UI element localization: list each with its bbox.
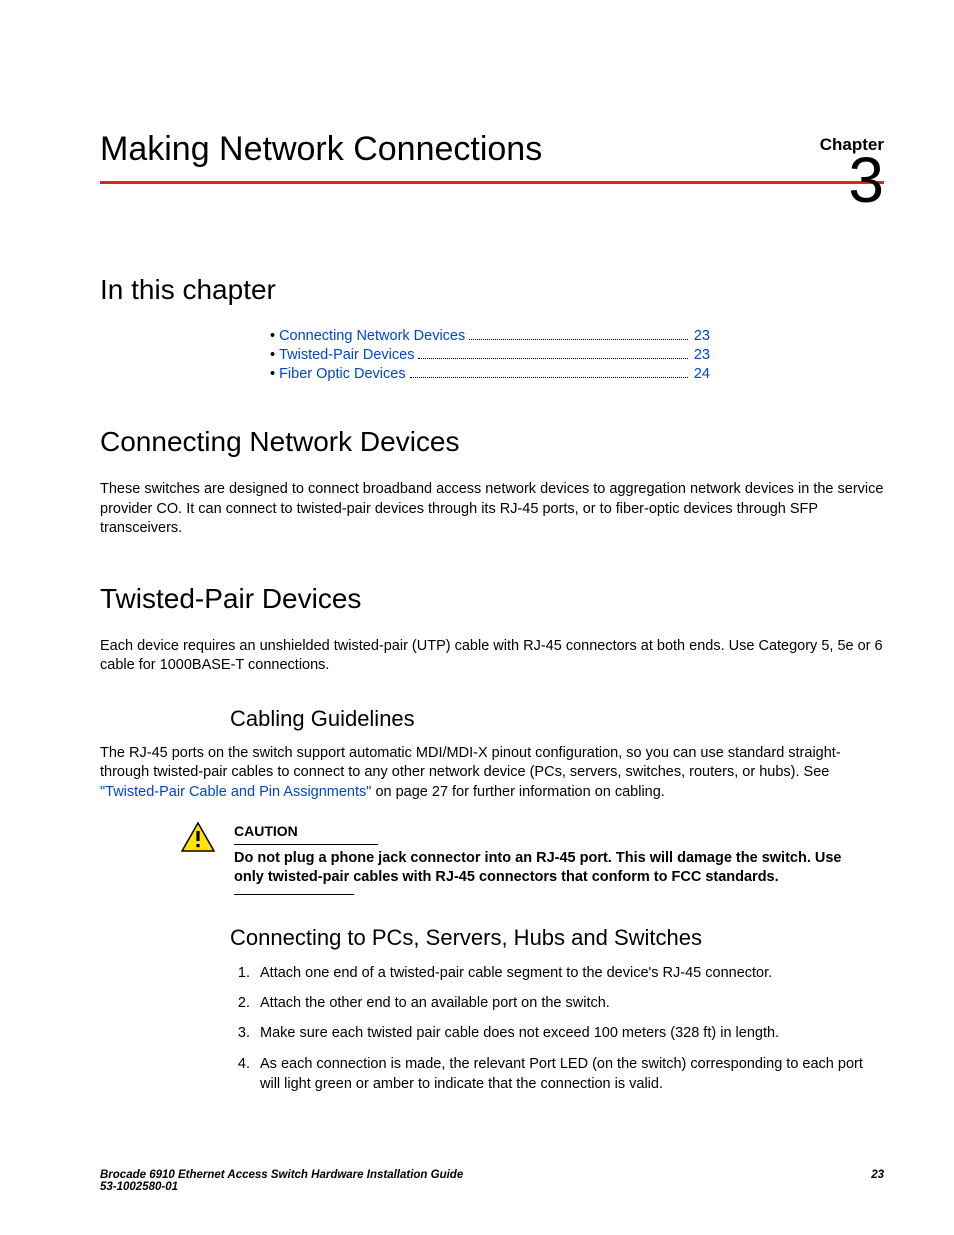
caution-block: CAUTION Do not plug a phone jack connect…: [180, 823, 884, 895]
caution-icon: [180, 821, 216, 858]
chapter-header: Chapter 3 Making Network Connections: [100, 130, 884, 184]
footer-doc-title: Brocade 6910 Ethernet Access Switch Hard…: [100, 1169, 463, 1181]
caution-label-rule: CAUTION: [234, 823, 378, 845]
cross-reference-link[interactable]: "Twisted-Pair Cable and Pin Assignments": [100, 784, 371, 800]
heading-cabling-guidelines: Cabling Guidelines: [230, 706, 884, 732]
procedure-steps: Attach one end of a twisted-pair cable s…: [230, 963, 884, 1094]
step-item: Attach one end of a twisted-pair cable s…: [254, 963, 884, 983]
body-connecting-network-devices: These switches are designed to connect b…: [100, 480, 884, 539]
heading-twisted-pair-devices: Twisted-Pair Devices: [100, 583, 884, 615]
caution-bottom-rule: [234, 894, 354, 895]
heading-in-this-chapter: In this chapter: [100, 274, 884, 306]
toc-bullet: •: [270, 366, 275, 382]
title-rule: [100, 181, 884, 184]
footer-doc-number: 53-1002580-01: [100, 1181, 463, 1193]
toc-leader: [410, 377, 688, 378]
toc-entry[interactable]: • Connecting Network Devices 23: [270, 328, 710, 344]
toc-bullet: •: [270, 347, 275, 363]
step-item: Attach the other end to an available por…: [254, 993, 884, 1013]
text-after-link: on page 27 for further information on ca…: [371, 784, 664, 800]
page-footer: Brocade 6910 Ethernet Access Switch Hard…: [100, 1169, 884, 1193]
toc-entry[interactable]: • Twisted-Pair Devices 23: [270, 347, 710, 363]
toc-bullet: •: [270, 328, 275, 344]
body-twisted-pair-intro: Each device requires an unshielded twist…: [100, 637, 884, 676]
toc-page: 23: [694, 347, 710, 363]
page-title: Making Network Connections: [100, 130, 884, 169]
heading-connecting-to-pcs: Connecting to PCs, Servers, Hubs and Swi…: [230, 925, 884, 951]
footer-page-number: 23: [871, 1169, 884, 1193]
toc-page: 24: [694, 366, 710, 382]
toc-link[interactable]: Connecting Network Devices: [279, 328, 465, 344]
toc-link[interactable]: Fiber Optic Devices: [279, 366, 406, 382]
toc-entry[interactable]: • Fiber Optic Devices 24: [270, 366, 710, 382]
toc-leader: [418, 358, 687, 359]
toc-link[interactable]: Twisted-Pair Devices: [279, 347, 414, 363]
toc-page: 23: [694, 328, 710, 344]
text-before-link: The RJ-45 ports on the switch support au…: [100, 745, 841, 781]
caution-body: Do not plug a phone jack connector into …: [234, 849, 874, 888]
heading-connecting-network-devices: Connecting Network Devices: [100, 426, 884, 458]
toc-leader: [469, 339, 688, 340]
chapter-number: 3: [848, 148, 884, 212]
caution-label: CAUTION: [234, 823, 298, 839]
step-item: As each connection is made, the relevant…: [254, 1054, 884, 1095]
body-cabling-guidelines: The RJ-45 ports on the switch support au…: [100, 744, 884, 803]
step-item: Make sure each twisted pair cable does n…: [254, 1023, 884, 1043]
